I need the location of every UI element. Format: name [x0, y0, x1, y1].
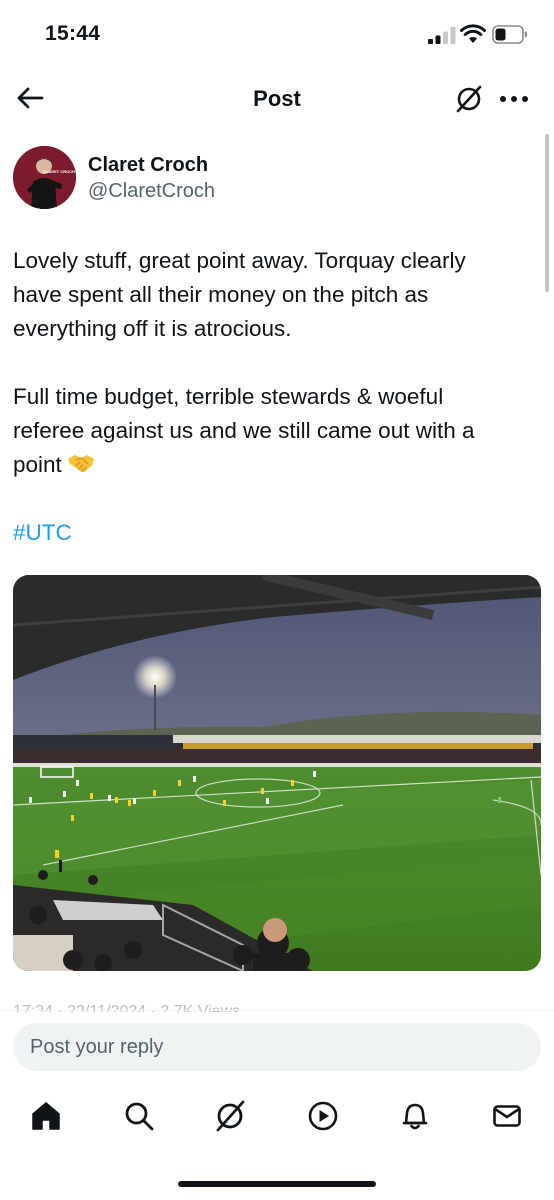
grok-icon — [216, 1100, 245, 1132]
tab-search[interactable] — [121, 1098, 157, 1134]
post-text-line: everything off it is atrocious. — [13, 316, 292, 341]
cellular-signal-icon — [428, 27, 456, 44]
messages-icon — [493, 1105, 521, 1127]
stadium-photo — [13, 575, 541, 971]
divider — [0, 1010, 554, 1011]
scrollbar[interactable] — [545, 134, 549, 292]
tab-video[interactable] — [305, 1098, 341, 1134]
home-indicator[interactable] — [178, 1181, 376, 1187]
avatar[interactable]: CLARET CROCH — [13, 146, 76, 209]
post-author[interactable]: CLARET CROCH Claret Croch @ClaretCroch — [13, 146, 513, 210]
more-options-button[interactable] — [496, 82, 532, 116]
tab-messages[interactable] — [489, 1098, 525, 1134]
home-icon — [32, 1102, 60, 1130]
bottom-tab-bar — [0, 1090, 554, 1146]
post-text: Lovely stuff, great point away. Torquay … — [13, 244, 533, 550]
post-text-line: referee against us and we still came out… — [13, 418, 475, 443]
tab-grok[interactable] — [212, 1098, 248, 1134]
search-icon — [125, 1102, 154, 1131]
post-text-line: Lovely stuff, great point away. Torquay … — [13, 248, 466, 273]
reply-input[interactable]: Post your reply — [13, 1023, 541, 1071]
post-text-line: point — [13, 448, 533, 482]
svg-text:CLARET CROCH: CLARET CROCH — [43, 169, 75, 174]
handshake-emoji — [67, 455, 94, 472]
post-image[interactable] — [13, 575, 541, 971]
author-handle[interactable]: @ClaretCroch — [88, 180, 215, 203]
battery-icon — [492, 25, 528, 44]
grok-icon — [456, 85, 482, 113]
hashtag-link[interactable]: #UTC — [13, 520, 72, 545]
author-name[interactable]: Claret Croch — [88, 154, 208, 177]
more-horizontal-icon — [500, 96, 528, 102]
tab-home[interactable] — [28, 1098, 64, 1134]
post-text-line: have spent all their money on the pitch … — [13, 282, 429, 307]
wifi-icon — [460, 24, 486, 43]
status-bar: 15:44 — [0, 0, 554, 70]
avatar-image: CLARET CROCH — [13, 146, 76, 209]
post-header: Post — [0, 70, 554, 130]
tab-notifications[interactable] — [397, 1098, 433, 1134]
status-time: 15:44 — [45, 22, 101, 45]
video-icon — [308, 1101, 338, 1131]
post-text-line: Full time budget, terrible stewards & wo… — [13, 384, 444, 409]
reply-placeholder: Post your reply — [30, 1036, 164, 1058]
grok-button[interactable] — [452, 82, 486, 116]
notifications-icon — [402, 1103, 428, 1130]
